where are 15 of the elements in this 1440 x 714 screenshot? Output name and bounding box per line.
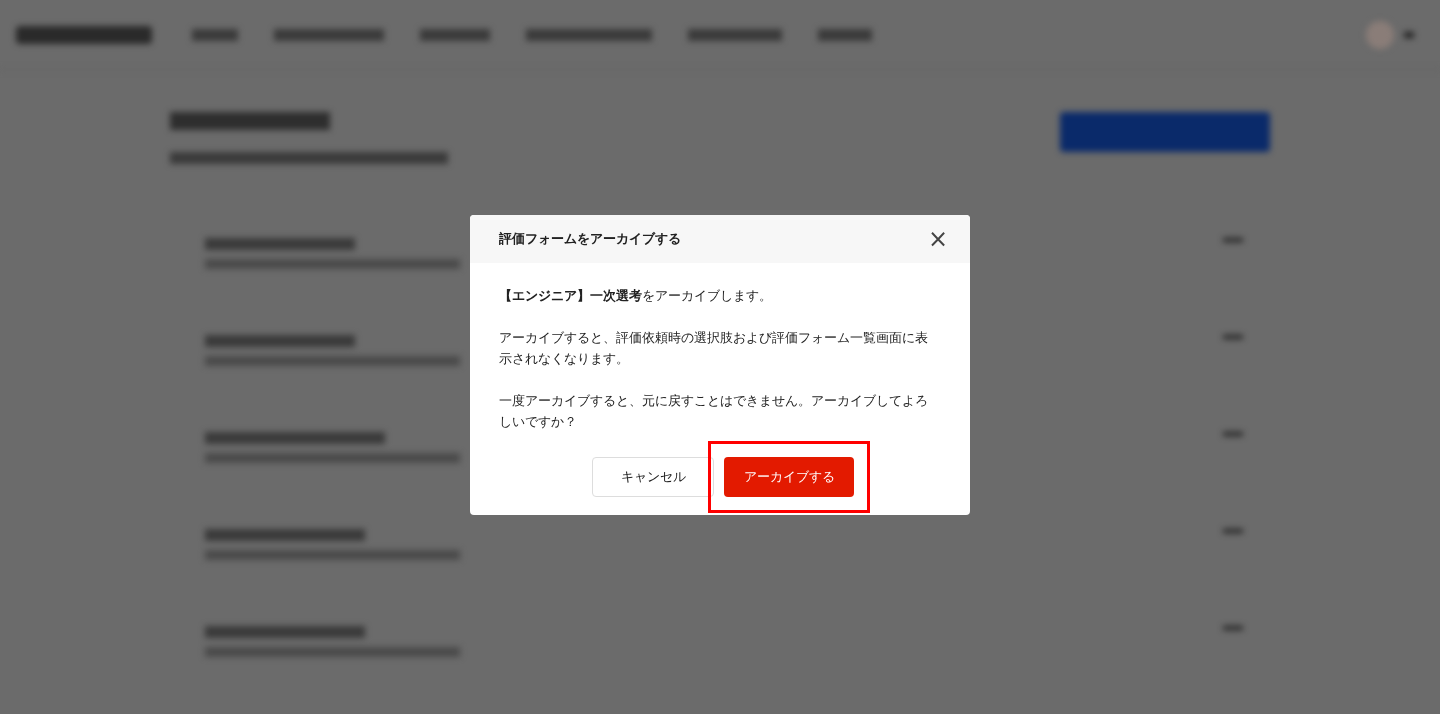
dialog-message: 一度アーカイブすると、元に戻すことはできません。アーカイブしてよろしいですか？ — [499, 392, 929, 431]
archive-button[interactable]: アーカイブする — [724, 457, 854, 497]
nav-item-blurred[interactable] — [274, 28, 384, 41]
nav-item-blurred[interactable] — [420, 28, 490, 41]
nav-item-blurred[interactable] — [688, 28, 782, 41]
nav-item-blurred[interactable] — [526, 28, 652, 41]
dialog-title: 評価フォームをアーカイブする — [499, 230, 681, 249]
caret-icon[interactable] — [1404, 31, 1414, 38]
dialog-message: 【エンジニア】一次選考をアーカイブします。 — [499, 287, 773, 305]
dialog-message: アーカイブすると、評価依頼時の選択肢および評価フォーム一覧画面に表示されなくなります。 — [499, 329, 929, 368]
nav-item-blurred[interactable] — [192, 28, 238, 41]
avatar[interactable] — [1366, 20, 1394, 49]
cancel-button[interactable]: キャンセル — [592, 457, 714, 497]
nav-item-blurred[interactable] — [818, 28, 872, 41]
create-button-blurred[interactable] — [1060, 112, 1270, 152]
